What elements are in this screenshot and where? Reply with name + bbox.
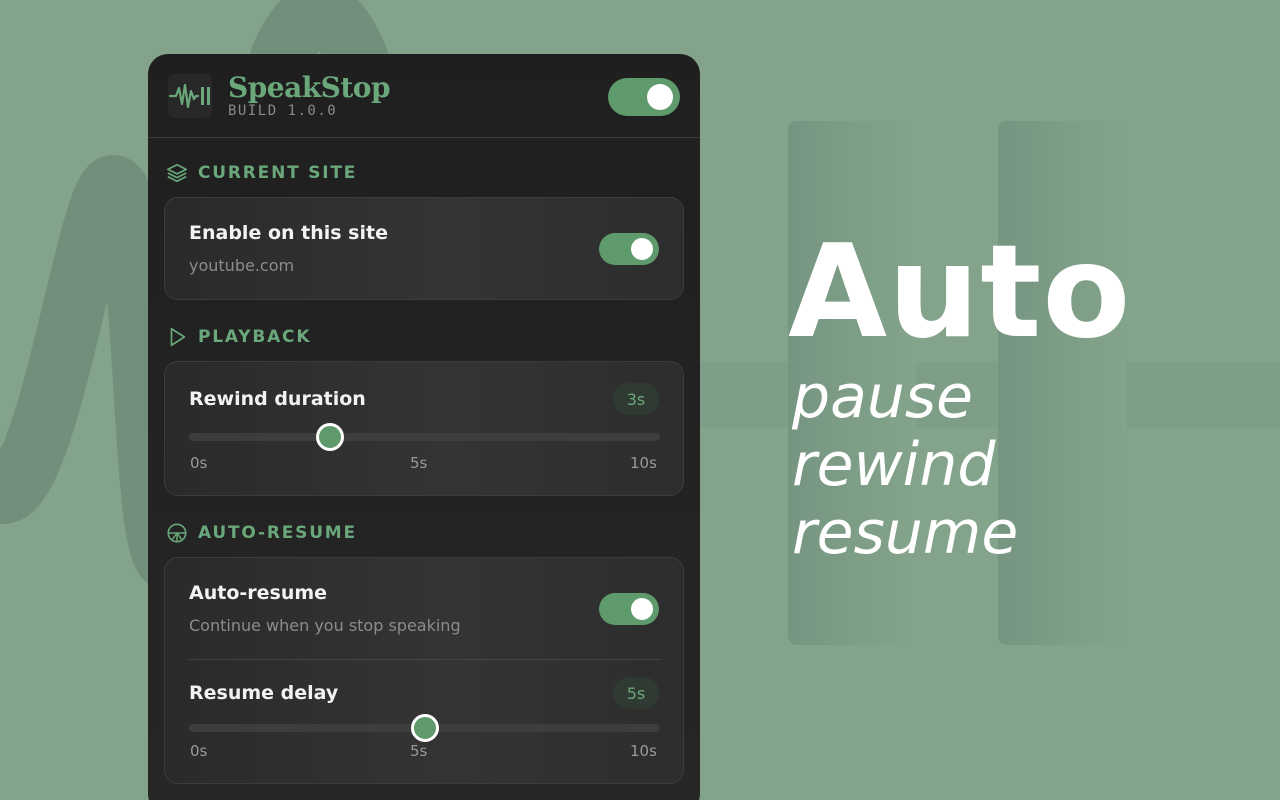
rewind-value-badge: 3s <box>613 383 659 415</box>
card-divider <box>189 659 660 660</box>
auto-resume-toggle[interactable] <box>599 593 659 625</box>
resume-delay-badge: 5s <box>613 677 659 709</box>
hero-line-pause: pause <box>792 362 974 432</box>
app-logo <box>168 73 212 118</box>
tick-label: 5s <box>410 742 428 760</box>
auto-resume-title: Auto-resume <box>189 582 328 604</box>
rewind-slider[interactable] <box>189 423 660 451</box>
auto-resume-description: Continue when you stop speaking <box>189 616 461 635</box>
layers-icon <box>167 163 187 183</box>
toggle-knob <box>631 598 653 620</box>
hero-line-resume: resume <box>792 498 1019 568</box>
tick-label: 5s <box>410 454 428 472</box>
enable-site-toggle[interactable] <box>599 233 659 265</box>
hero-line-rewind: rewind <box>792 430 996 500</box>
waveform-icon <box>168 83 210 108</box>
tick-label: 10s <box>630 742 657 760</box>
section-playback: PLAYBACK <box>166 326 311 348</box>
section-label-text: CURRENT SITE <box>198 163 358 183</box>
resume-delay-title: Resume delay <box>189 682 339 704</box>
extension-popup: SpeakStop BUILD 1.0.0 CURRENT SITE Enabl… <box>148 54 700 800</box>
tick-label: 10s <box>630 454 657 472</box>
toggle-knob <box>631 238 653 260</box>
section-auto-resume: AUTO-RESUME <box>166 522 357 544</box>
hero-title: Auto <box>788 218 1132 367</box>
current-site-card: Enable on this site youtube.com <box>164 197 684 300</box>
build-version: BUILD 1.0.0 <box>228 102 338 119</box>
app-name: SpeakStop <box>228 70 391 104</box>
section-current-site: CURRENT SITE <box>166 162 357 184</box>
master-enable-toggle[interactable] <box>608 78 680 116</box>
toggle-knob <box>647 84 673 110</box>
auto-resume-icon <box>167 523 187 543</box>
resume-delay-slider-thumb[interactable] <box>410 714 439 742</box>
tick-label: 0s <box>190 742 208 760</box>
resume-delay-slider[interactable] <box>189 714 660 742</box>
auto-resume-card: Auto-resume Continue when you stop speak… <box>164 557 684 784</box>
play-icon <box>170 327 186 347</box>
rewind-slider-thumb[interactable] <box>316 423 345 451</box>
tick-label: 0s <box>190 454 208 472</box>
enable-site-title: Enable on this site <box>189 222 388 244</box>
rewind-duration-title: Rewind duration <box>189 388 366 410</box>
section-label-text: AUTO-RESUME <box>198 523 357 543</box>
section-label-text: PLAYBACK <box>198 327 312 347</box>
playback-card: Rewind duration 3s 0s 5s 10s <box>164 361 684 496</box>
popup-header: SpeakStop BUILD 1.0.0 <box>148 54 700 138</box>
site-domain: youtube.com <box>189 256 295 275</box>
brand: SpeakStop BUILD 1.0.0 <box>228 70 391 119</box>
